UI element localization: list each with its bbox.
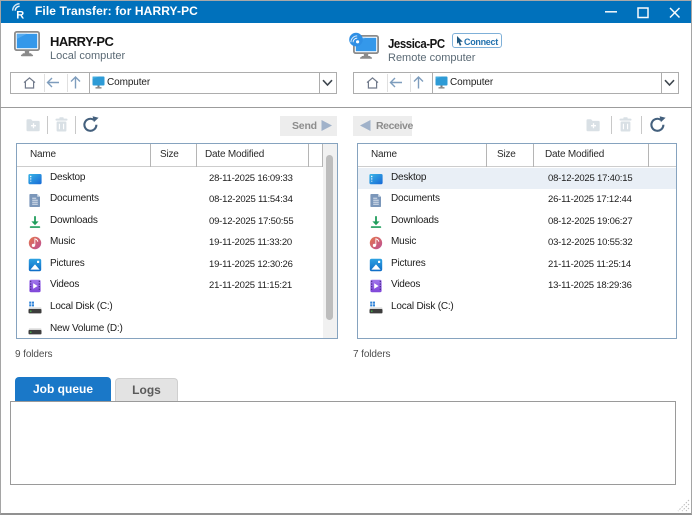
svg-text:R: R <box>16 10 24 22</box>
